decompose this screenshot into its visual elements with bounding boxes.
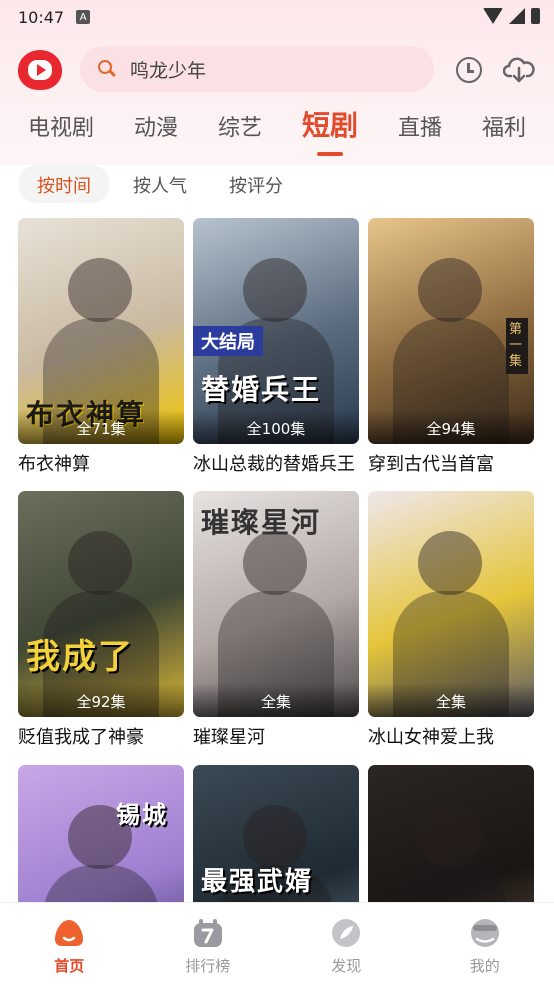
battery-icon xyxy=(531,8,540,24)
signal-icon xyxy=(509,8,525,24)
episode-count: 全94集 xyxy=(368,410,534,444)
drama-title[interactable]: 贬值我成了神豪 xyxy=(18,723,184,749)
drama-poster[interactable]: 第一集全94集 xyxy=(368,218,534,444)
profile-icon xyxy=(468,917,502,949)
drama-title[interactable]: 冰山女神爱上我 xyxy=(368,723,534,749)
category-tabs: 电视剧 动漫 综艺 短剧 直播 福利 xyxy=(0,100,554,156)
drama-poster[interactable]: 璀璨星河全集 xyxy=(193,491,359,717)
nav-item-home[interactable]: 首页 xyxy=(29,917,109,985)
header: 鸣龙少年 xyxy=(0,44,554,96)
cloud-download-icon[interactable] xyxy=(503,56,535,84)
poster-title-text: 锡城 xyxy=(116,801,168,829)
drama-card[interactable]: 第一集全94集穿到古代当首富 xyxy=(368,218,534,476)
status-bar: 10:47 A xyxy=(0,0,554,34)
drama-card[interactable]: 全集 冰山女神爱上我 xyxy=(368,491,534,749)
status-indicators xyxy=(483,8,540,24)
episode-count: 全92集 xyxy=(18,683,184,717)
tab-category[interactable]: 电视剧 xyxy=(28,100,94,142)
poster-figure xyxy=(243,805,307,869)
search-icon xyxy=(98,60,116,78)
nav-item-profile[interactable]: 我的 xyxy=(445,917,525,985)
sort-tabs: 按时间 按人气 按评分 xyxy=(18,165,302,203)
notification-a-icon: A xyxy=(76,10,91,24)
poster-figure xyxy=(418,531,482,595)
poster-figure xyxy=(243,258,307,322)
ranking-icon xyxy=(191,917,225,949)
poster-title-text: 替婚兵王 xyxy=(201,373,322,406)
status-time: 10:47 xyxy=(18,7,65,27)
drama-poster[interactable]: 布衣神算全71集 xyxy=(18,218,184,444)
drama-card[interactable]: 布衣神算全71集布衣神算 xyxy=(18,218,184,476)
episode-count: 全71集 xyxy=(18,410,184,444)
drama-poster[interactable]: 大结局替婚兵王全100集 xyxy=(193,218,359,444)
poster-figure xyxy=(418,258,482,322)
tab-category[interactable]: 动漫 xyxy=(134,100,178,142)
poster-figure xyxy=(68,258,132,322)
drama-title[interactable]: 穿到古代当首富 xyxy=(368,450,534,476)
nav-item-ranking[interactable]: 排行榜 xyxy=(168,917,248,985)
search-placeholder: 鸣龙少年 xyxy=(130,59,207,82)
poster-title-text: 我成了 xyxy=(26,637,134,677)
drama-title[interactable]: 布衣神算 xyxy=(18,450,184,476)
drama-title[interactable]: 冰山总裁的替婚兵王 xyxy=(193,450,359,476)
poster-figure xyxy=(418,805,482,869)
poster-badge: 大结局 xyxy=(193,326,263,356)
discover-icon xyxy=(329,917,363,949)
home-icon xyxy=(52,917,86,949)
episode-count: 全100集 xyxy=(193,410,359,444)
clock-icon[interactable] xyxy=(456,57,482,83)
sort-tab[interactable]: 按时间 xyxy=(18,165,110,203)
poster-figure xyxy=(68,531,132,595)
nav-label: 首页 xyxy=(54,957,85,975)
nav-label: 排行榜 xyxy=(185,957,231,975)
tab-category[interactable]: 直播 xyxy=(398,100,442,142)
drama-title[interactable]: 璀璨星河 xyxy=(193,723,359,749)
drama-card[interactable]: 璀璨星河 全集 璀璨星河 xyxy=(193,491,359,749)
nav-item-discover[interactable]: 发现 xyxy=(306,917,386,985)
sort-tab[interactable]: 按评分 xyxy=(210,165,302,203)
nav-label: 发现 xyxy=(331,957,362,975)
drama-card[interactable]: 我成了全92集贬值我成了神豪 xyxy=(18,491,184,749)
tab-category[interactable]: 短剧 xyxy=(302,100,358,156)
poster-title-text: 璀璨星河 xyxy=(201,506,322,539)
sort-tab[interactable]: 按人气 xyxy=(114,165,206,203)
poster-badge: 第一集 xyxy=(506,318,528,374)
drama-poster[interactable]: 我成了全92集 xyxy=(18,491,184,717)
tab-category[interactable]: 综艺 xyxy=(218,100,262,142)
nav-label: 我的 xyxy=(469,957,500,975)
wifi-icon xyxy=(483,8,503,24)
poster-title-text: 最强武婿 xyxy=(201,867,314,897)
drama-card[interactable]: 大结局替婚兵王全100集冰山总裁的替婚兵王 xyxy=(193,218,359,476)
episode-count: 全集 xyxy=(368,683,534,717)
bottom-nav: 首页 排行榜 发现 我的 xyxy=(0,902,554,985)
tab-category[interactable]: 福利 xyxy=(482,100,526,142)
search-input[interactable]: 鸣龙少年 xyxy=(80,46,434,92)
episode-count: 全集 xyxy=(193,683,359,717)
drama-poster[interactable]: 全集 xyxy=(368,491,534,717)
app-logo-icon[interactable] xyxy=(18,50,62,90)
